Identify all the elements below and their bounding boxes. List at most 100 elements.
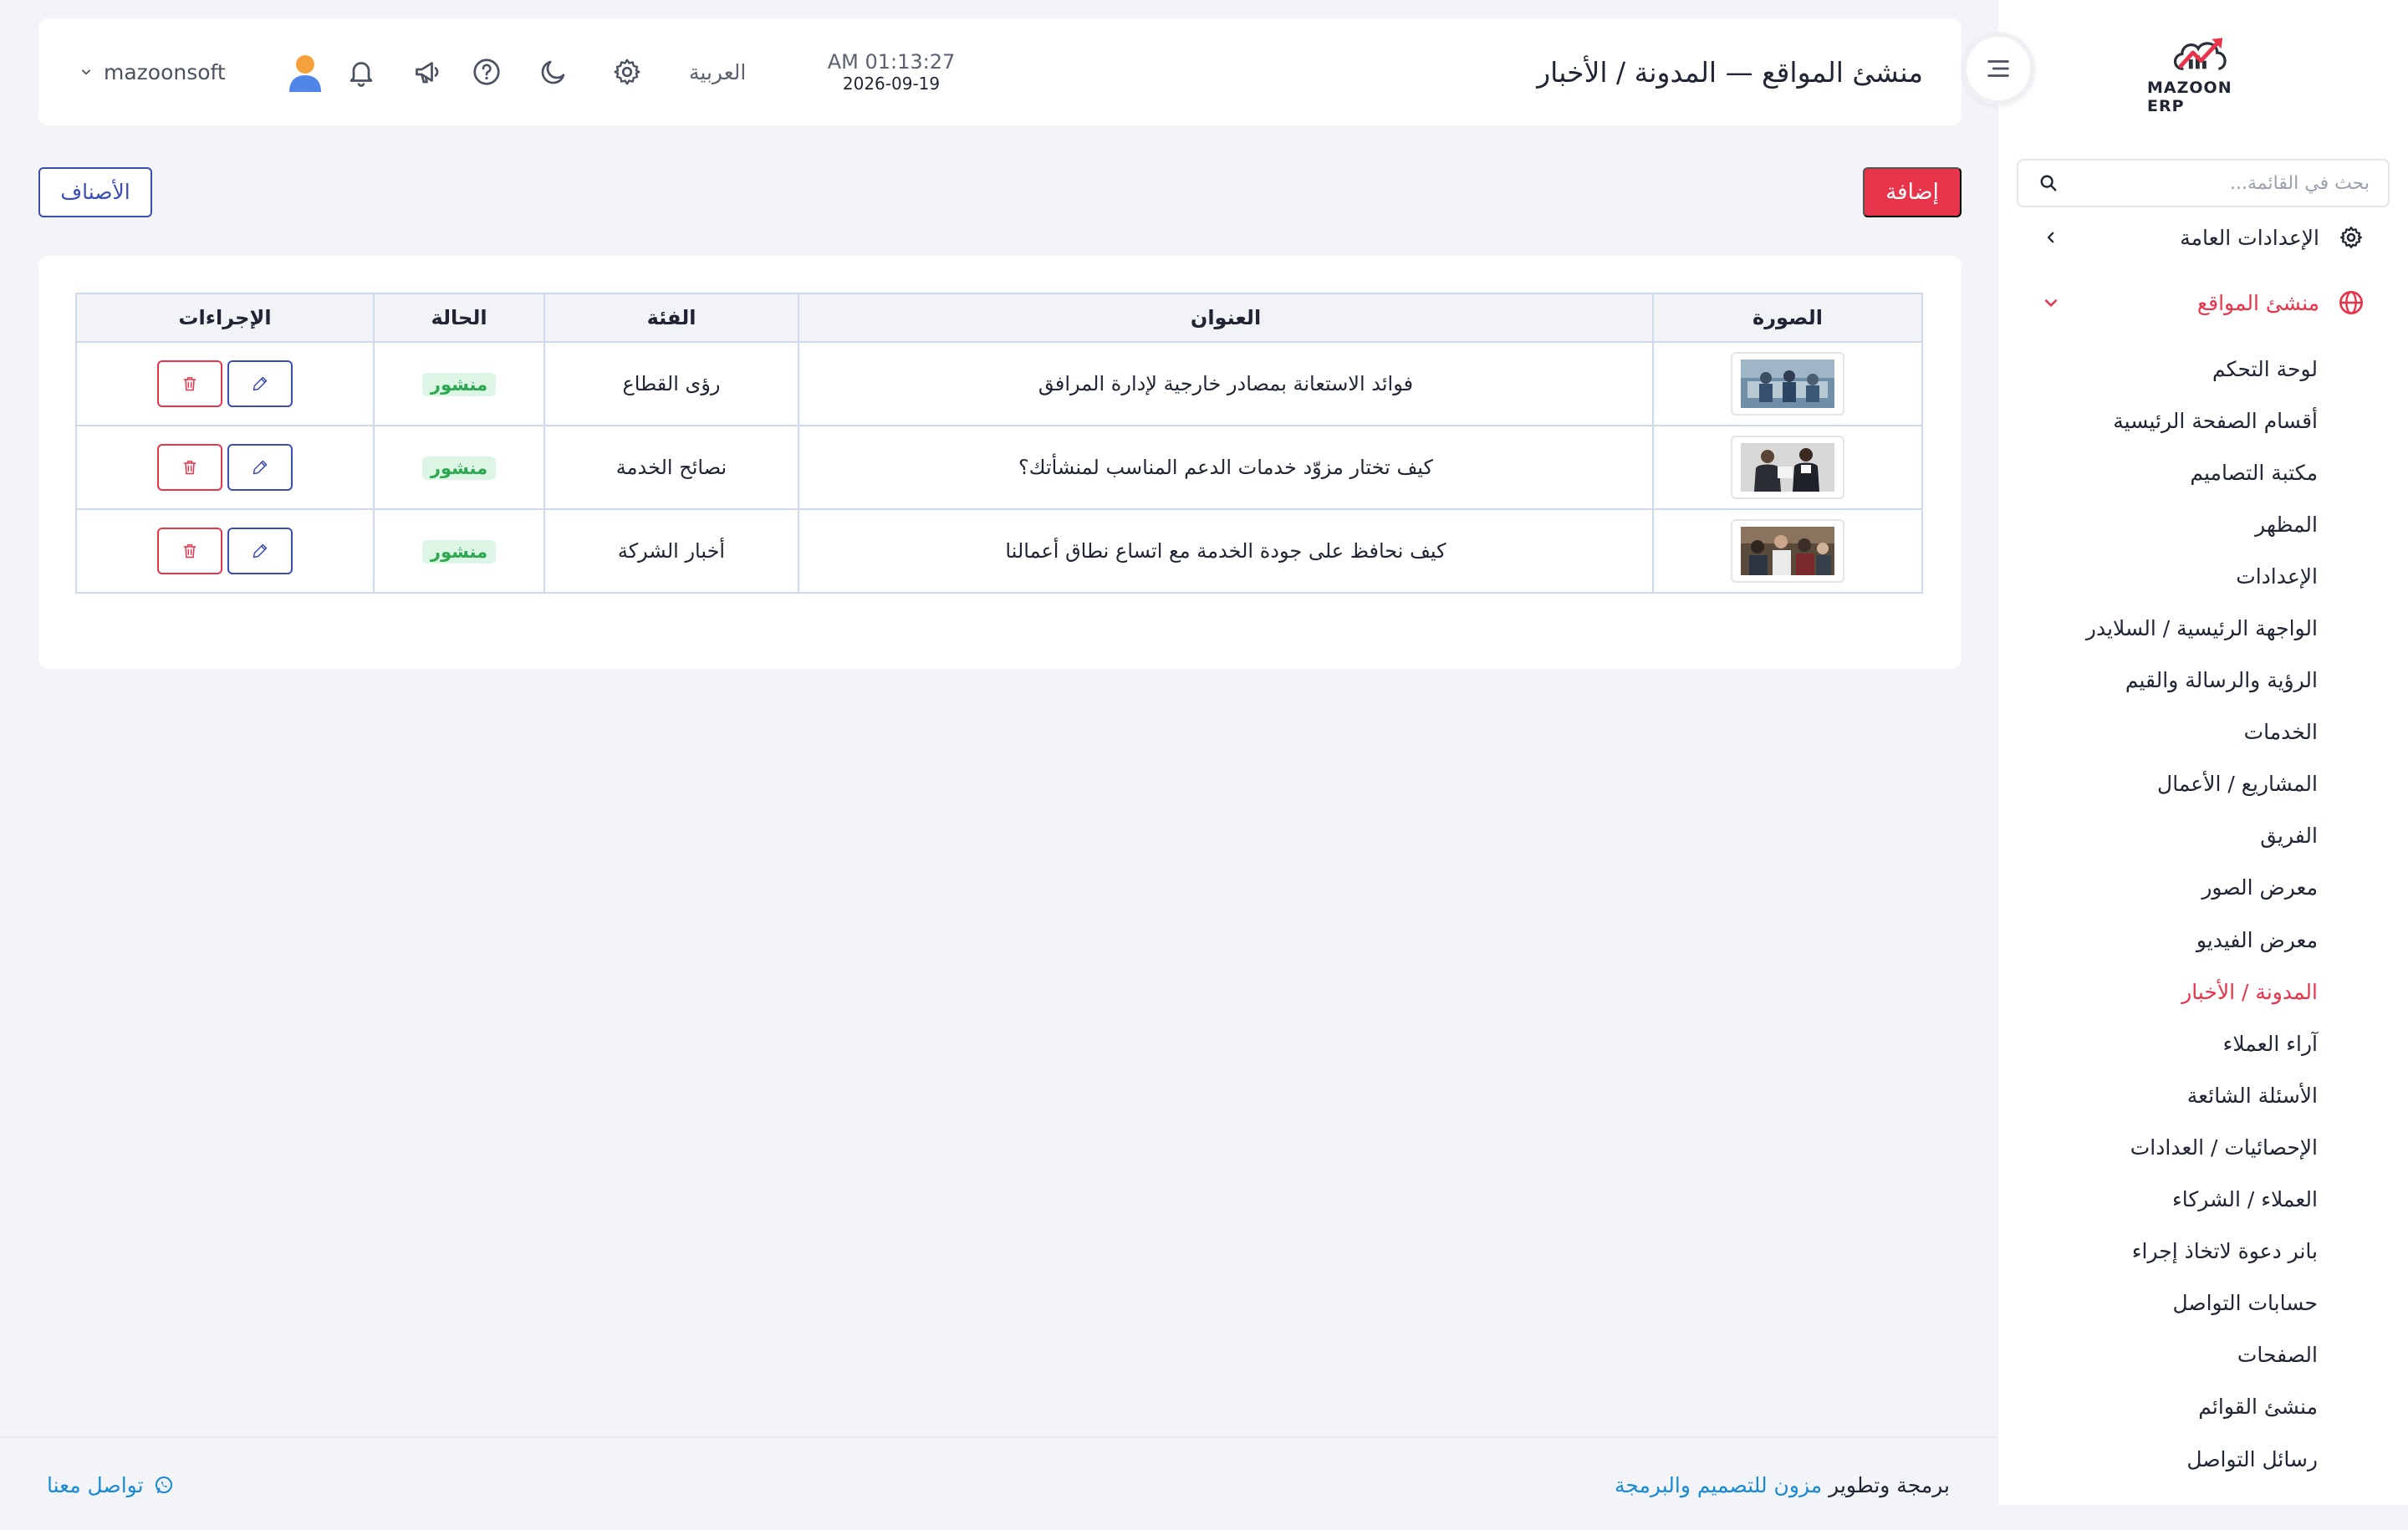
contact-us-label: تواصل معنا	[47, 1472, 144, 1497]
image-cell	[1652, 341, 1923, 426]
table-header-row: الصورة العنوان الفئة الحالة الإجراءات	[75, 293, 1923, 343]
user-menu[interactable]: mazoonsoft	[80, 18, 226, 125]
menu-site-builder[interactable]: منشئ المواقع	[1998, 278, 2408, 327]
post-actions-cell	[75, 341, 375, 426]
image-cell	[1652, 508, 1923, 594]
sidebar-item-blog-news[interactable]: المدونة / الأخبار	[1998, 966, 2408, 1017]
post-image-icon	[1741, 443, 1834, 492]
menu-general-settings[interactable]: الإعدادات العامة	[1998, 213, 2408, 262]
post-title-cell[interactable]: كيف تختار مزوّد خدمات الدعم المناسب لمنش…	[798, 425, 1654, 510]
delete-button[interactable]	[157, 444, 222, 491]
sidebar-item-dashboard[interactable]: لوحة التحكم	[1998, 343, 2408, 395]
post-image-icon	[1741, 527, 1834, 575]
sidebar-item-design-library[interactable]: مكتبة التصاميم	[1998, 446, 2408, 498]
sidebar-search-input[interactable]	[2079, 161, 2388, 206]
column-header-title: العنوان	[798, 293, 1654, 343]
trash-icon	[183, 461, 196, 475]
table-row: كيف تختار مزوّد خدمات الدعم المناسب لمنش…	[75, 425, 1923, 510]
settings-button[interactable]	[610, 55, 644, 89]
page-title: منشئ المواقع — المدونة / الأخبار	[1537, 55, 1923, 89]
sidebar-item-projects[interactable]: المشاريع / الأعمال	[1998, 758, 2408, 810]
logo-text: MAZOON ERP	[2147, 79, 2232, 115]
categories-button[interactable]: الأصناف	[38, 167, 152, 217]
brand-logo[interactable]: MAZOON ERP	[2147, 35, 2258, 115]
post-image-icon	[1741, 360, 1834, 408]
post-thumbnail[interactable]	[1731, 436, 1844, 499]
sidebar-item-home-sections[interactable]: أقسام الصفحة الرئيسية	[1998, 395, 2408, 446]
notifications-button[interactable]	[344, 55, 378, 89]
post-category-cell: رؤى القطاع	[543, 341, 799, 426]
contact-us-link[interactable]: تواصل معنا	[47, 1438, 174, 1530]
moon-icon	[541, 60, 565, 84]
sidebar-item-testimonials[interactable]: آراء العملاء	[1998, 1017, 2408, 1069]
globe-icon	[2338, 289, 2365, 316]
edit-button[interactable]	[227, 444, 293, 491]
post-thumbnail[interactable]	[1731, 519, 1844, 583]
sidebar-item-settings[interactable]: الإعدادات	[1998, 550, 2408, 602]
post-status-cell: منشور	[373, 341, 545, 426]
sidebar-item-photo-gallery[interactable]: معرض الصور	[1998, 862, 2408, 914]
pencil-icon	[253, 460, 268, 475]
clock-time: AM 01:13:27	[827, 50, 956, 74]
sidebar-item-video-gallery[interactable]: معرض الفيديو	[1998, 914, 2408, 966]
edit-button[interactable]	[227, 528, 293, 574]
pencil-icon	[253, 543, 268, 558]
row-actions	[157, 360, 293, 407]
post-status-cell: منشور	[373, 425, 545, 510]
sidebar-item-cta-banner[interactable]: بانر دعوة لاتخاذ إجراء	[1998, 1226, 2408, 1278]
top-header: منشئ المواقع — المدونة / الأخبار AM 01:1…	[38, 18, 1962, 125]
clock-date: 2026-09-19	[842, 74, 941, 94]
menu-general-settings-label: الإعدادات العامة	[2180, 225, 2319, 250]
sidebar-toggle-button[interactable]	[1962, 32, 2035, 105]
clock: AM 01:13:27 2026-09-19	[791, 50, 992, 94]
sidebar-item-pages[interactable]: الصفحات	[1998, 1329, 2408, 1381]
gear-icon	[2338, 224, 2365, 251]
bell-icon	[349, 62, 373, 87]
sidebar-item-faq[interactable]: الأسئلة الشائعة	[1998, 1069, 2408, 1121]
search-icon	[2040, 175, 2057, 191]
sidebar-item-contact-messages[interactable]: رسائل التواصل	[1998, 1433, 2408, 1485]
help-button[interactable]	[470, 55, 503, 89]
trash-icon	[183, 377, 196, 391]
sidebar-item-appearance[interactable]: المظهر	[1998, 498, 2408, 550]
column-header-category: الفئة	[543, 293, 799, 343]
username-label: mazoonsoft	[104, 59, 226, 84]
whatsapp-icon	[155, 1476, 172, 1493]
status-badge: منشور	[421, 539, 497, 564]
menu-icon	[1987, 60, 2009, 77]
sidebar-item-hero-slider[interactable]: الواجهة الرئيسية / السلايدر	[1998, 602, 2408, 654]
edit-button[interactable]	[227, 360, 293, 407]
post-thumbnail[interactable]	[1731, 352, 1844, 416]
user-avatar-icon	[289, 55, 321, 92]
announcements-button[interactable]	[411, 55, 445, 89]
add-button[interactable]: إضافة	[1863, 167, 1962, 217]
table-row: كيف نحافظ على جودة الخدمة مع اتساع نطاق …	[75, 508, 1923, 594]
posts-table: الصورة العنوان الفئة الحالة الإجراءات فو…	[75, 293, 1923, 594]
post-status-cell: منشور	[373, 508, 545, 594]
sidebar-item-statistics[interactable]: الإحصائيات / العدادات	[1998, 1121, 2408, 1173]
search-button[interactable]	[2018, 161, 2079, 206]
sidebar-item-vision-mission[interactable]: الرؤية والرسالة والقيم	[1998, 655, 2408, 706]
sidebar-item-services[interactable]: الخدمات	[1998, 706, 2408, 758]
sidebar-item-team[interactable]: الفريق	[1998, 810, 2408, 862]
posts-card: الصورة العنوان الفئة الحالة الإجراءات فو…	[38, 256, 1962, 669]
avatar[interactable]	[284, 52, 326, 94]
sidebar-search	[2017, 159, 2390, 207]
sidebar: MAZOON ERP الإعدادات العامة	[1998, 0, 2408, 1505]
row-actions	[157, 528, 293, 574]
sidebar-item-social-accounts[interactable]: حسابات التواصل	[1998, 1278, 2408, 1329]
sidebar-item-menu-builder[interactable]: منشئ القوائم	[1998, 1381, 2408, 1433]
post-category-cell: أخبار الشركة	[543, 508, 799, 594]
footer-credit: برمجة وتطوير مزون للتصميم والبرمجة	[1615, 1438, 1950, 1530]
theme-toggle-button[interactable]	[537, 55, 570, 89]
footer-credit-link[interactable]: مزون للتصميم والبرمجة	[1615, 1473, 1822, 1497]
language-switch[interactable]: العربية	[689, 18, 746, 125]
delete-button[interactable]	[157, 528, 222, 574]
sidebar-item-clients-partners[interactable]: العملاء / الشركاء	[1998, 1174, 2408, 1226]
post-title-cell[interactable]: فوائد الاستعانة بمصادر خارجية لإدارة الم…	[798, 341, 1654, 426]
chevron-left-icon	[2038, 230, 2064, 245]
status-badge: منشور	[421, 456, 497, 480]
gear-icon	[614, 59, 640, 85]
delete-button[interactable]	[157, 360, 222, 407]
post-title-cell[interactable]: كيف نحافظ على جودة الخدمة مع اتساع نطاق …	[798, 508, 1654, 594]
